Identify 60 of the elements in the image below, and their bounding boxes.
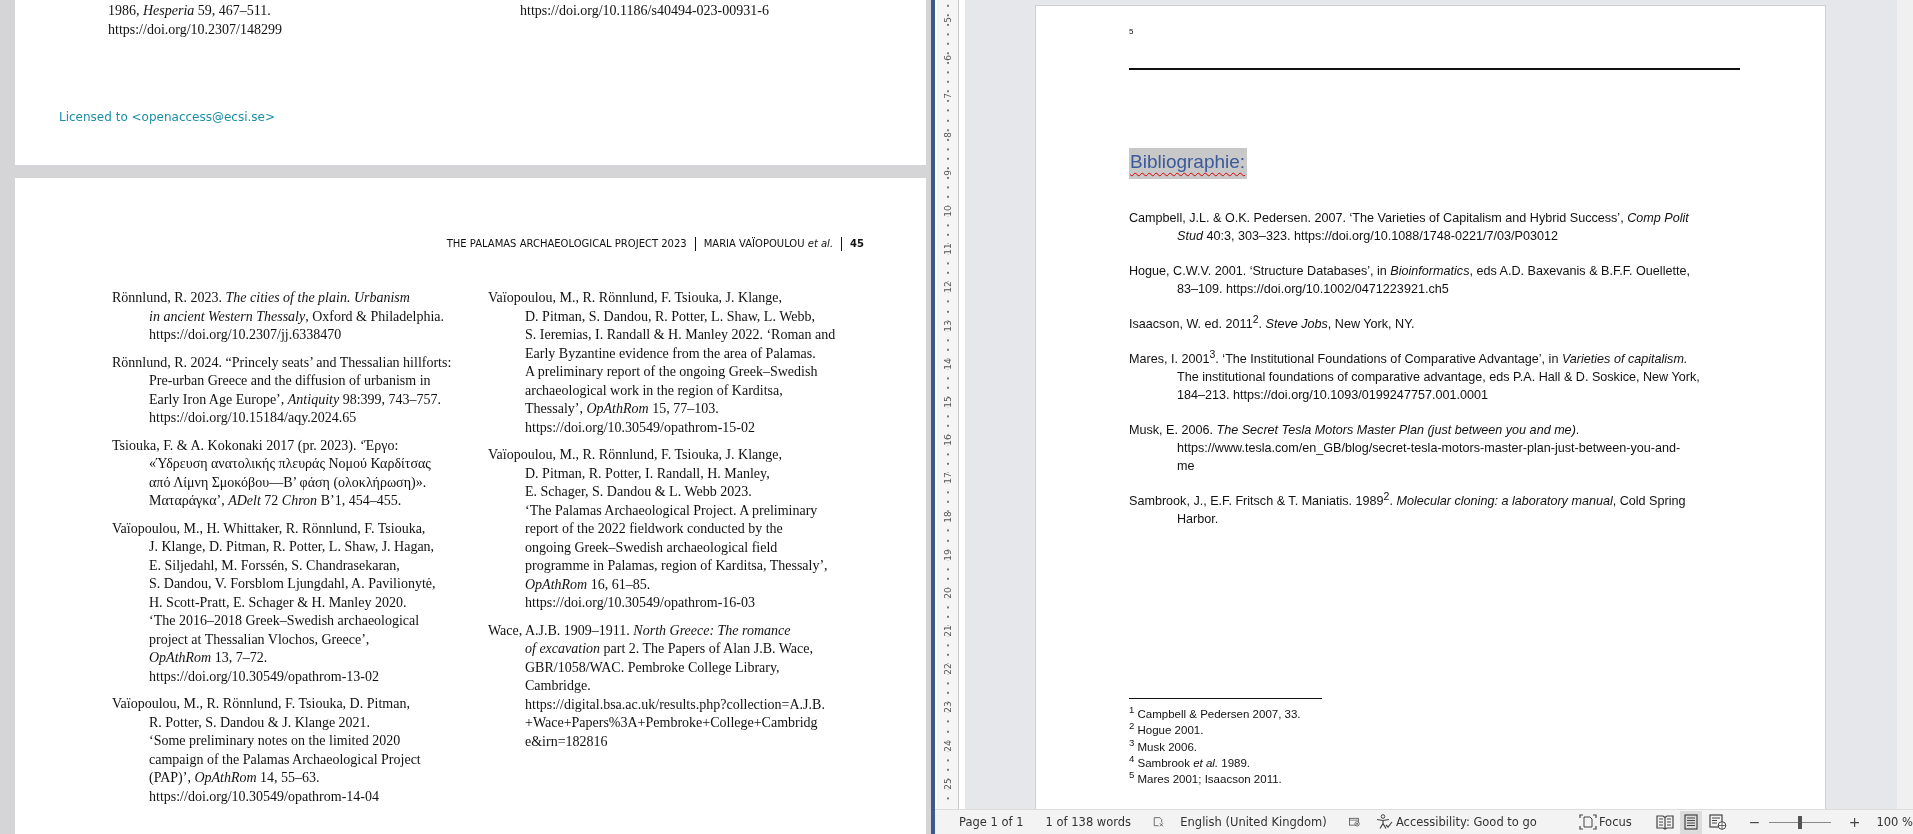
ruler-number: 16 <box>942 434 953 446</box>
accessibility-icon <box>1375 814 1394 830</box>
ruler-number: 21 <box>942 625 953 637</box>
ruler-number: 18 <box>942 510 953 523</box>
zoom-in-button[interactable]: + <box>1842 814 1867 830</box>
ruler-number: 11 <box>942 243 953 255</box>
reference-entry: Rönnlund, R. 2023. The cities of the plain. Urbanism in ancient Western Thessaly, Oxford & Philadelphia. https://doi.org/10.2307/jj.6338470 <box>112 289 445 344</box>
ruler-number: 8 <box>942 131 953 138</box>
reference-entry: Tsiouka, F. & A. Kokonaki 2017 (pr. 2023). ‘Έργο: «Ύδρευση ανατολικής πλευράς Νομού Καρδίτσας από Λίμνη Σμοκόβου—Β’ φάση (ολοκλήρωση)». Ματαράγκα’, ADelt 72 Chron B’1, 454–455. <box>112 436 432 510</box>
ruler-number: 14 <box>942 358 953 370</box>
bibliography-entry: Isaacson, W. ed. 2011$^{2}$. Steve Jobs, New York, NY. <box>1129 315 1416 333</box>
footnote-number: 5 <box>1129 27 1134 36</box>
reference-entry: Rönnlund, R. 2024. “Princely seats’ and Thessalian hillforts: Pre-urban Greece and the diffusion of urbanism in Early Iron Age Europe’, Antiquity 98:399, 743–757. https://doi.org/10.15184/aqy.2024.65 <box>112 353 453 427</box>
zoom-level[interactable]: 100 % <box>1876 815 1913 829</box>
proofing-icon[interactable] <box>1153 814 1165 830</box>
focus-button[interactable]: Focus <box>1578 814 1632 830</box>
ruler-number: 17 <box>942 472 953 485</box>
ruler-number: 19 <box>942 549 953 561</box>
language-indicator[interactable]: English (United Kingdom) <box>1180 815 1327 829</box>
ruler-number: 22 <box>942 663 953 675</box>
bibliography-entry: Mares, I. 2001$^{3}$. ‘The Institutional Foundations of Comparative Advantage’, in Varieties of capitalism. The institutional foundations of comparative advantage, eds P.A. Hall & D. Soskice, New York, 184–213. https://doi.org/10.1093/0199247757.001.0001 <box>1129 350 1701 404</box>
ruler-number: 5 <box>942 17 953 23</box>
running-header-text: MARIA VAÏOPOULOU et al. <box>694 237 842 251</box>
ruler-number: 9 <box>942 170 953 176</box>
print-view-button[interactable] <box>1680 810 1703 834</box>
ruler-number: 25 <box>942 778 953 790</box>
reference-entry: Vaïopoulou, M., R. Rönnlund, F. Tsiouka, D. Pitman, R. Potter, S. Dandou & J. Klange 2021. ‘Some preliminary notes on the limited 2020 campaign of the Palamas Archaeological Project (PAP)’, OpAthRom 14, 55–63. https://doi.org/10.30549/opathrom-14-04 <box>112 695 422 806</box>
ruler-number: 7 <box>942 93 953 100</box>
footnote-text: $^{1}$ Campbell & Pedersen 2007, 33. <box>1129 706 1302 722</box>
reference-entry: Vaïopoulou, M., R. Rönnlund, F. Tsiouka, J. Klange, D. Pitman, S. Dandou, R. Potter, L. Shaw, L. Webb, S. Ieremias, I. Randall & H. Manley 2022. ‘Roman and Early Byzantine evidence from the area of Palamas. A preliminary report of the ongoing Greek–Swedish archaeological work in the region of Karditsa, Thessaly’, OpAthRom 15, 77–103. https://doi.org/10.30549/opathrom-15-02 <box>488 289 837 437</box>
bibliography-entry: Hogue, C.W.V. 2001. ‘Structure Databases’, in Bioinformatics, eds A.D. Baxevanis & B.F.F. Ouellette, 83–109. https://doi.org/10.1002/0471223921.ch5 <box>1129 263 1691 298</box>
reference-entry: Wace, A.J.B. 1909–1911. North Greece: The romance of excavation part 2. The Papers of Alan J.B. Wace, GBR/1058/WAC. Pembroke College Library, Cambridge. https://digital.bsa.ac.uk/results.php?collection=A.J.B. +Wace+Papers%3A+Pembroke+College+Cambridg e&irn=182816 <box>488 621 826 751</box>
page-count[interactable]: Page 1 of 1 <box>959 815 1024 829</box>
section-heading: Bibliographie: <box>1129 148 1248 179</box>
accessibility-button[interactable]: Accessibility: Good to go <box>1375 814 1537 830</box>
ruler-number: 24 <box>942 739 953 752</box>
reference-text: https://doi.org/10.1186/s40494-023-00931-6 <box>520 2 769 20</box>
bibliography-entry: Sambrook, J., E.F. Fritsch & T. Maniatis. 1989$^{2}$. Molecular cloning: a laboratory manual, Cold Spring Harbor. <box>1129 492 1687 528</box>
reference-entry: Vaïopoulou, M., R. Rönnlund, F. Tsiouka, J. Klange, D. Pitman, R. Potter, I. Randall, H. Manley, E. Schager, S. Dandou & L. Webb 2023. ‘The Palamas Archaeological Project. A preliminary report of the 2022 fieldwork conducted by the ongoing Greek–Swedish archaeological field programme in Palamas, region of Karditsa, Thessaly’, OpAthRom 16, 61–85. https://doi.org/10.30549/opathrom-16-03 <box>488 446 829 612</box>
ruler-number: 23 <box>942 701 953 714</box>
ruler-number: 12 <box>942 281 953 294</box>
reference-text: 1986, Hesperia 59, 467–511. https://doi.org/10.2307/148299 <box>108 2 283 39</box>
zoom-out-button[interactable]: − <box>1742 814 1767 830</box>
focus-icon <box>1578 814 1597 830</box>
ruler-number: 6 <box>942 55 953 62</box>
ruler-number: 15 <box>942 396 953 408</box>
footnote-text: $^{4}$ Sambrook et al. 1989. <box>1129 754 1252 771</box>
ruler-number: 10 <box>942 205 953 217</box>
license-notice: Licensed to <openaccess@ecsi.se> <box>59 110 277 124</box>
reference-entry: Vaïopoulou, M., H. Whittaker, R. Rönnlund, F. Tsiouka, J. Klange, D. Pitman, R. Potter, L. Shaw, J. Hagan, E. Siljedahl, M. Forssén, S. Chandrasekaran, S. Dandou, V. Forsblom Ljungdahl, A. Pavilionytė, H. Scott-Pratt, E. Schager & H. Manley 2020. ‘The 2016–2018 Greek–Swedish archaeological project at Thessalian Vlochos, Greece’, OpAthRom 13, 7–72. https://doi.org/10.30549/opathrom-13-02 <box>112 519 437 686</box>
footnote-text: $^{3}$ Musk 2006. <box>1129 738 1198 755</box>
running-header-text: 45 <box>841 237 864 251</box>
ruler-number: 20 <box>942 587 953 599</box>
bibliography-entry: Musk, E. 2006. The Secret Tesla Motors Master Plan (just between you and me). https://www.tesla.com/en_GB/blog/secret-tesla-motors-master-plan-just-between-you-and- me <box>1129 422 1682 475</box>
running-header-text: THE PALAMAS ARCHAEOLOGICAL PROJECT 2023 <box>445 237 688 251</box>
word-count[interactable]: 1 of 138 words <box>1045 815 1132 829</box>
footnote-text: $^{2}$ Hogue 2001. <box>1129 722 1205 739</box>
footnote-text: $^{5}$ Mares 2001; Isaacson 2011. <box>1129 771 1283 788</box>
ruler-number: 13 <box>942 319 953 332</box>
bibliography-entry: Campbell, J.L. & O.K. Pedersen. 2007. ‘The Varieties of Capitalism and Hybrid Success’, Comp Polit Stud 40:3, 303–323. https://doi.org/10.1088/1748-0221/7/03/P03012 <box>1129 210 1690 245</box>
